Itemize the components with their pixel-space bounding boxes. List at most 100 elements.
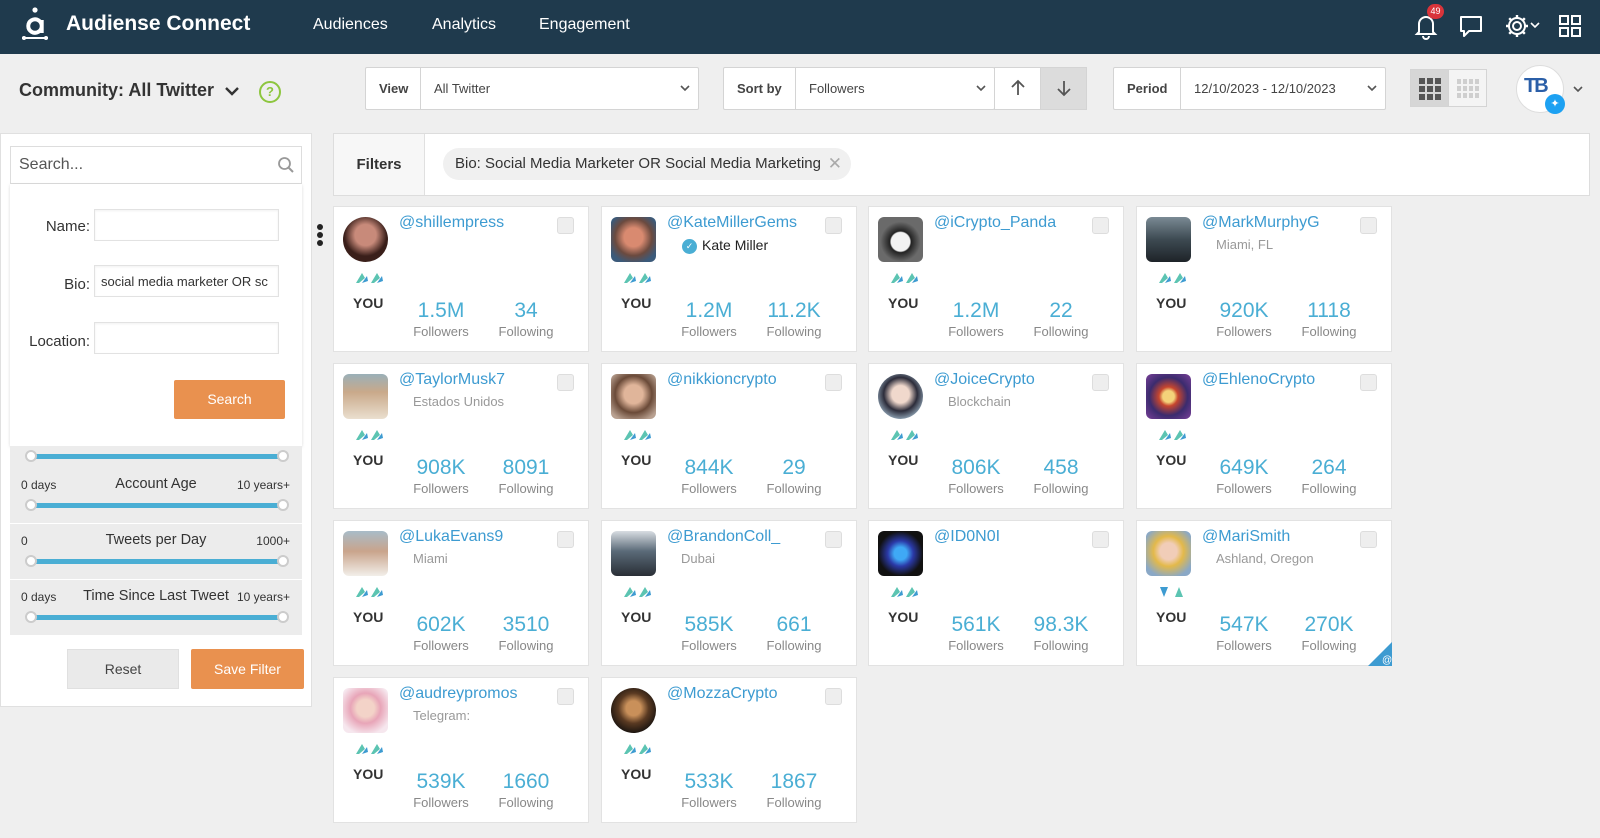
account-chevron-down-icon[interactable] <box>1571 82 1585 96</box>
search-button[interactable]: Search <box>174 380 285 419</box>
user-handle[interactable]: @iCrypto_Panda <box>934 214 1056 232</box>
sidebar-search-input[interactable] <box>11 147 266 183</box>
user-avatar[interactable] <box>611 374 656 419</box>
period-chevron-down-icon[interactable] <box>1365 81 1379 95</box>
user-card[interactable]: @ID0N0I YOU 561K Followers 98.3K Followi… <box>868 520 1124 666</box>
tweets-per-day-thumb-max[interactable] <box>277 555 289 567</box>
select-checkbox[interactable] <box>557 374 574 391</box>
user-card[interactable]: @iCrypto_Panda YOU 1.2M Followers 22 Fol… <box>868 206 1124 352</box>
select-checkbox[interactable] <box>1360 374 1377 391</box>
search-icon[interactable] <box>277 156 295 174</box>
sort-select[interactable]: Sort by Followers <box>723 67 995 110</box>
user-card[interactable]: @nikkioncrypto YOU 844K Followers 29 Fol… <box>601 363 857 509</box>
chat-icon[interactable] <box>1457 12 1485 40</box>
user-avatar[interactable] <box>343 531 388 576</box>
range-thumb-max[interactable] <box>277 450 289 462</box>
period-value[interactable]: 12/10/2023 - 12/10/2023 <box>1194 68 1336 109</box>
select-checkbox[interactable] <box>825 217 842 234</box>
view-chevron-down-icon[interactable] <box>678 81 692 95</box>
name-field[interactable] <box>94 209 279 241</box>
user-card[interactable]: @MozzaCrypto YOU 533K Followers 1867 Fol… <box>601 677 857 823</box>
large-grid-view-toggle[interactable] <box>1410 69 1449 107</box>
user-avatar[interactable] <box>343 217 388 262</box>
select-checkbox[interactable] <box>1092 374 1109 391</box>
nav-engagement[interactable]: Engagement <box>539 16 630 34</box>
settings-gear-icon[interactable] <box>1503 12 1531 40</box>
user-handle[interactable]: @BrandonColl_ <box>667 528 780 546</box>
user-card[interactable]: @KateMillerGems ✓ Kate Miller YOU 1.2M F… <box>601 206 857 352</box>
small-grid-view-toggle[interactable] <box>1448 69 1487 107</box>
view-select[interactable]: View All Twitter <box>365 67 699 110</box>
view-value[interactable]: All Twitter <box>434 68 490 109</box>
user-handle[interactable]: @ID0N0I <box>934 528 1000 546</box>
select-checkbox[interactable] <box>557 217 574 234</box>
select-checkbox[interactable] <box>825 374 842 391</box>
user-avatar[interactable] <box>878 374 923 419</box>
tweets-per-day-thumb-min[interactable] <box>25 555 37 567</box>
user-avatar[interactable] <box>1146 374 1191 419</box>
user-avatar[interactable] <box>1146 531 1191 576</box>
bio-field[interactable] <box>94 265 279 297</box>
location-field[interactable] <box>94 322 279 354</box>
user-handle[interactable]: @KateMillerGems <box>667 214 797 232</box>
help-icon[interactable]: ? <box>259 81 281 103</box>
community-selector[interactable]: Community: All Twitter <box>19 80 214 101</box>
user-avatar[interactable] <box>878 531 923 576</box>
select-checkbox[interactable] <box>825 688 842 705</box>
user-avatar[interactable] <box>611 531 656 576</box>
select-checkbox[interactable] <box>1092 531 1109 548</box>
user-card[interactable]: @audreypromos Telegram: YOU 539K Followe… <box>333 677 589 823</box>
select-checkbox[interactable] <box>825 531 842 548</box>
user-handle[interactable]: @JoiceCrypto <box>934 371 1035 389</box>
user-avatar[interactable] <box>611 217 656 262</box>
user-card[interactable]: @BrandonColl_ Dubai YOU 585K Followers 6… <box>601 520 857 666</box>
select-checkbox[interactable] <box>1360 217 1377 234</box>
user-avatar[interactable] <box>611 688 656 733</box>
user-card[interactable]: @JoiceCrypto Blockchain YOU 806K Followe… <box>868 363 1124 509</box>
user-card[interactable]: @TaylorMusk7 Estados Unidos YOU 908K Fol… <box>333 363 589 509</box>
user-handle[interactable]: @TaylorMusk7 <box>399 371 505 389</box>
account-age-thumb-min[interactable] <box>25 499 37 511</box>
user-avatar[interactable] <box>343 374 388 419</box>
sort-chevron-down-icon[interactable] <box>974 81 988 95</box>
user-handle[interactable]: @MariSmith <box>1202 528 1290 546</box>
audiense-logo-icon[interactable] <box>20 6 50 42</box>
account-age-thumb-max[interactable] <box>277 499 289 511</box>
time-since-last-tweet-thumb-max[interactable] <box>277 611 289 623</box>
sidebar-search[interactable] <box>10 146 302 184</box>
user-avatar[interactable] <box>343 688 388 733</box>
user-card[interactable]: @shillempress YOU 1.5M Followers 34 Foll… <box>333 206 589 352</box>
at-mention-corner-icon[interactable]: @ <box>1368 642 1392 666</box>
save-filter-button[interactable]: Save Filter <box>191 649 304 689</box>
sort-value[interactable]: Followers <box>809 68 865 109</box>
sort-ascending-button[interactable] <box>994 67 1041 110</box>
user-handle[interactable]: @MozzaCrypto <box>667 685 778 703</box>
user-handle[interactable]: @nikkioncrypto <box>667 371 777 389</box>
sort-descending-button[interactable] <box>1040 67 1087 110</box>
select-checkbox[interactable] <box>1092 217 1109 234</box>
nav-analytics[interactable]: Analytics <box>432 16 496 34</box>
user-avatar[interactable] <box>1146 217 1191 262</box>
period-select[interactable]: Period 12/10/2023 - 12/10/2023 <box>1113 67 1386 110</box>
reset-button[interactable]: Reset <box>67 649 179 689</box>
close-icon[interactable]: ✕ <box>828 148 842 180</box>
community-chevron-down-icon[interactable] <box>224 84 240 98</box>
user-handle[interactable]: @EhlenoCrypto <box>1202 371 1315 389</box>
sidebar-more-options-icon[interactable] <box>317 224 325 250</box>
user-handle[interactable]: @MarkMurphyG <box>1202 214 1320 232</box>
select-checkbox[interactable] <box>1360 531 1377 548</box>
user-card[interactable]: @MarkMurphyG Miami, FL YOU 920K Follower… <box>1136 206 1392 352</box>
select-checkbox[interactable] <box>557 688 574 705</box>
apps-grid-icon[interactable] <box>1556 12 1584 40</box>
user-card[interactable]: @EhlenoCrypto YOU 649K Followers 264 Fol… <box>1136 363 1392 509</box>
user-handle[interactable]: @LukaEvans9 <box>399 528 503 546</box>
account-avatar[interactable]: TB ✦ <box>1516 65 1565 114</box>
user-avatar[interactable] <box>878 217 923 262</box>
user-card[interactable]: @LukaEvans9 Miami YOU 602K Followers 351… <box>333 520 589 666</box>
user-handle[interactable]: @shillempress <box>399 214 504 232</box>
range-thumb-min[interactable] <box>25 450 37 462</box>
settings-chevron-down-icon[interactable] <box>1530 20 1540 30</box>
time-since-last-tweet-thumb-min[interactable] <box>25 611 37 623</box>
user-card[interactable]: @MariSmith Ashland, Oregon YOU 547K Foll… <box>1136 520 1392 666</box>
nav-audiences[interactable]: Audiences <box>313 16 388 34</box>
